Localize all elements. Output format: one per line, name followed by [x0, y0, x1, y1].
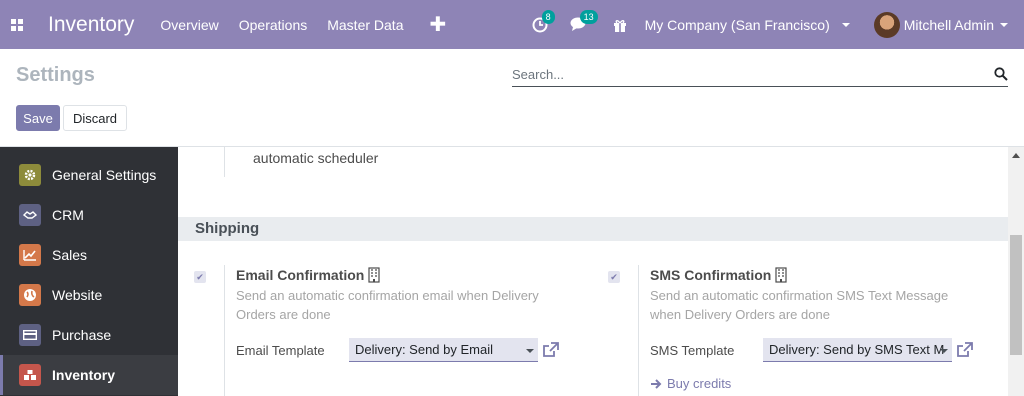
menu-operations[interactable]: Operations [239, 17, 307, 33]
chart-icon [19, 244, 41, 266]
avatar [873, 11, 900, 38]
discard-button[interactable]: Discard [63, 105, 127, 131]
email-confirmation-title: Email Confirmation [236, 267, 365, 283]
sms-confirmation-title: SMS Confirmation [650, 267, 772, 283]
page-title: Settings [16, 64, 95, 86]
messages-badge: 13 [579, 10, 598, 24]
external-link-icon[interactable] [956, 342, 974, 358]
sidebar-item-label: Purchase [52, 327, 112, 343]
email-template-select[interactable]: Delivery: Send by Email [349, 338, 538, 362]
gift-button[interactable] [613, 18, 627, 32]
building-icon [775, 267, 787, 283]
messages-button[interactable]: 13 [570, 10, 598, 32]
email-template-label: Email Template [236, 342, 325, 358]
content-scrollbar[interactable] [1008, 147, 1024, 396]
buy-credits-link[interactable]: Buy credits [650, 376, 974, 391]
search-bar [512, 63, 1008, 87]
sidebar-item-purchase[interactable]: Purchase [0, 315, 178, 355]
menu-overview[interactable]: Overview [160, 17, 218, 33]
plus-icon[interactable]: ✚ [429, 12, 446, 37]
settings-sidebar: General Settings CRM Sales Website Purch… [0, 147, 178, 396]
menu-master-data[interactable]: Master Data [327, 17, 403, 33]
chevron-down-icon [841, 22, 850, 27]
gift-icon [613, 19, 626, 32]
email-confirmation-desc: Send an automatic confirmation email whe… [236, 288, 539, 322]
external-link-icon[interactable] [542, 342, 560, 358]
chevron-down-icon [1000, 22, 1008, 27]
sms-template-value: Delivery: Send by SMS Text M [769, 342, 945, 357]
section-title-shipping: Shipping [178, 217, 1008, 241]
handshake-icon [19, 204, 41, 226]
sidebar-item-label: General Settings [52, 167, 157, 183]
gear-icon [19, 164, 41, 186]
user-menu[interactable]: Mitchell Admin [873, 11, 1008, 38]
scroll-up-icon[interactable] [1012, 153, 1020, 158]
sidebar-item-crm[interactable]: CRM [0, 195, 178, 235]
settings-content: automatic scheduler Shipping ✔ Email Con… [178, 147, 1024, 396]
company-name: My Company (San Francisco) [644, 16, 830, 33]
globe-icon [19, 284, 41, 306]
sms-confirmation-desc: Send an automatic confirmation SMS Text … [650, 288, 949, 322]
apps-menu-icon[interactable] [0, 0, 34, 49]
card-icon [19, 324, 41, 346]
scrollbar-thumb[interactable] [1010, 235, 1022, 355]
app-title[interactable]: Inventory [48, 13, 134, 37]
sidebar-item-sales[interactable]: Sales [0, 235, 178, 275]
activity-button[interactable]: 8 [532, 9, 555, 33]
sidebar-item-inventory[interactable]: Inventory [0, 355, 178, 395]
arrow-right-icon [651, 378, 662, 389]
email-confirmation-checkbox[interactable]: ✔ [194, 271, 206, 283]
building-icon [368, 267, 380, 283]
sidebar-item-label: CRM [52, 207, 84, 223]
sms-template-select[interactable]: Delivery: Send by SMS Text M [763, 338, 952, 362]
sidebar-item-website[interactable]: Website [0, 275, 178, 315]
sms-confirmation-checkbox[interactable]: ✔ [608, 271, 620, 283]
boxes-icon [19, 364, 41, 386]
chevron-down-icon [526, 349, 534, 353]
activity-badge: 8 [541, 9, 555, 24]
search-icon[interactable] [994, 67, 1008, 81]
top-navbar: Inventory Overview Operations Master Dat… [0, 0, 1024, 49]
chevron-down-icon [940, 349, 948, 353]
sidebar-item-general-settings[interactable]: General Settings [0, 155, 178, 195]
company-switcher[interactable]: My Company (San Francisco) [645, 17, 850, 33]
control-panel: Settings Save Discard [0, 49, 1024, 147]
sidebar-item-label: Inventory [52, 367, 116, 383]
sms-template-label: SMS Template [650, 342, 735, 358]
search-input[interactable] [512, 63, 972, 85]
save-button[interactable]: Save [16, 105, 60, 131]
user-name: Mitchell Admin [903, 16, 994, 33]
email-template-value: Delivery: Send by Email [355, 342, 493, 357]
buy-credits-label: Buy credits [667, 376, 732, 391]
sidebar-item-label: Website [52, 287, 103, 303]
sidebar-item-label: Sales [52, 247, 88, 263]
previous-setting-text: automatic scheduler [224, 147, 378, 177]
